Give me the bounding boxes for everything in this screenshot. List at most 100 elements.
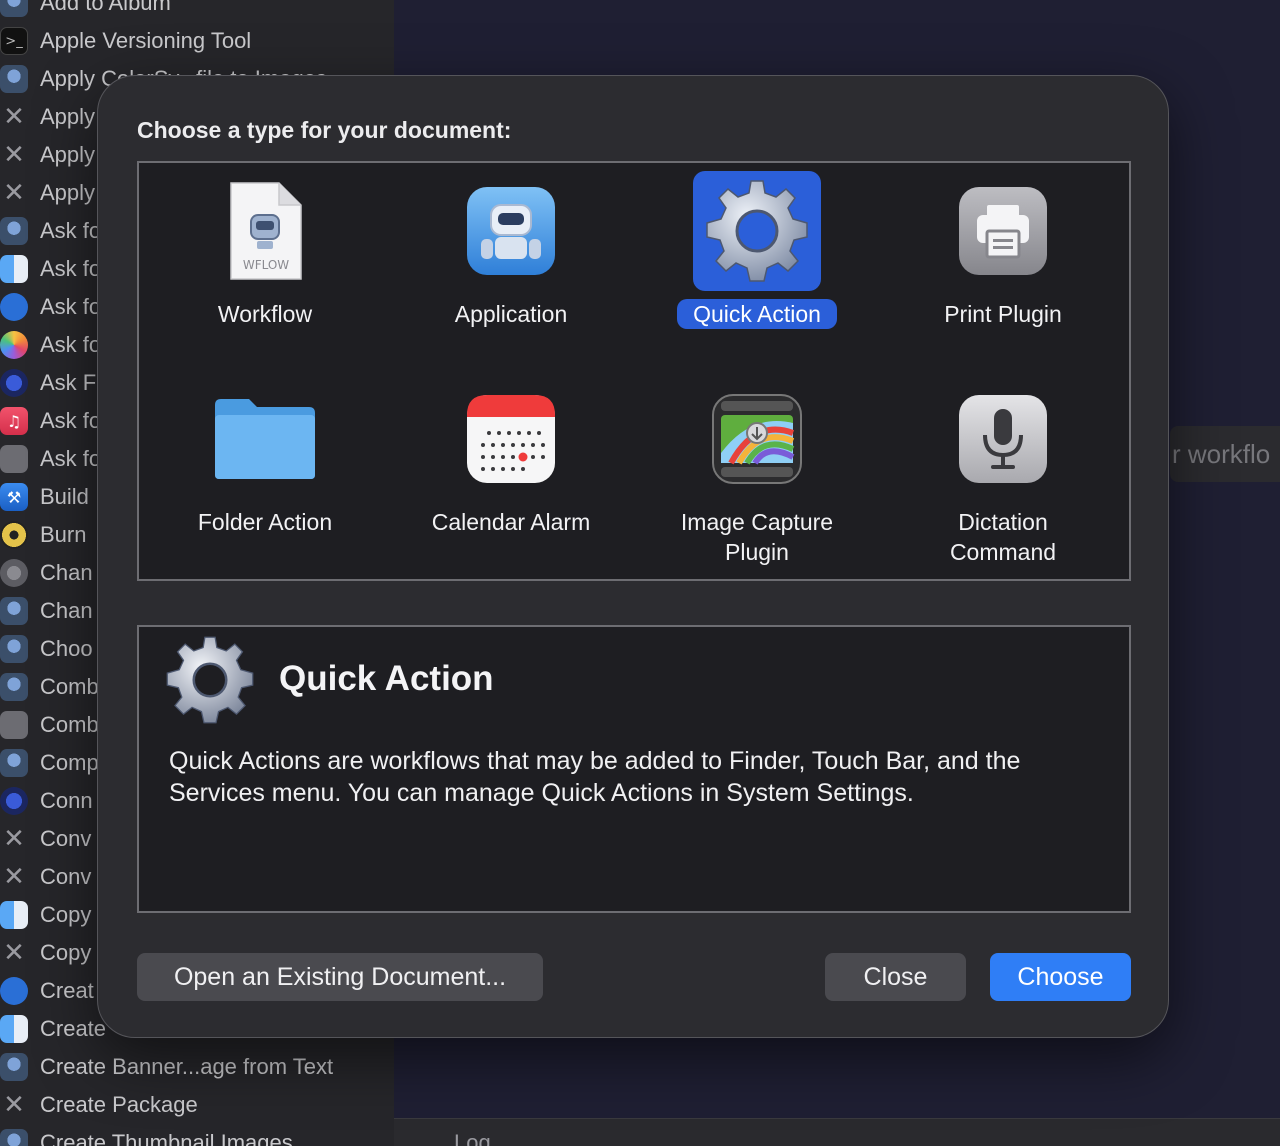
svg-text:WFLOW: WFLOW xyxy=(243,258,289,272)
library-item-label: Conn xyxy=(40,788,93,813)
library-item[interactable]: >_ Apple Versioning Tool xyxy=(0,22,394,60)
library-item-label: Ask fo xyxy=(40,408,102,433)
type-print-plugin[interactable]: Print Plugin xyxy=(880,167,1126,367)
library-item-label: Comp xyxy=(40,750,99,775)
type-application[interactable]: Application xyxy=(388,167,634,367)
library-item-label: Apply xyxy=(40,180,96,205)
network-icon xyxy=(0,787,28,815)
library-item-label: Creat xyxy=(40,978,94,1003)
library-item-label: Ask fo xyxy=(40,332,102,357)
tools-icon: ✕ xyxy=(3,102,25,132)
library-item-label: Create Thumbnail Images xyxy=(40,1130,293,1146)
automator-icon xyxy=(0,749,28,777)
generic-icon xyxy=(0,711,28,739)
library-item-label: Chan xyxy=(40,598,93,623)
type-label: Image Capture Plugin xyxy=(680,509,834,565)
gear-icon xyxy=(693,171,821,291)
application-robot-icon xyxy=(447,171,575,291)
library-item-label: Copy xyxy=(40,940,92,965)
library-item-label: Copy xyxy=(40,902,92,927)
open-existing-document-button[interactable]: Open an Existing Document... xyxy=(137,953,543,1001)
library-item-label: Conv xyxy=(40,826,92,851)
type-label: Application xyxy=(454,301,568,327)
folder-icon xyxy=(201,379,329,499)
library-item-label: Ask fo xyxy=(40,218,102,243)
description-panel: Quick Action Quick Actions are workflows… xyxy=(137,625,1131,913)
tools-icon: ✕ xyxy=(3,140,25,170)
type-label: Dictation Command xyxy=(949,509,1057,565)
library-item[interactable]: Create Thumbnail Images xyxy=(0,1124,394,1146)
library-item-label: Create xyxy=(40,1016,107,1041)
automator-icon xyxy=(0,673,28,701)
library-item-label: Apply xyxy=(40,142,96,167)
editor-hint: r workflo xyxy=(1170,426,1280,482)
gear-icon xyxy=(163,633,257,727)
library-item-label: Build xyxy=(40,484,89,509)
type-label: Workflow xyxy=(217,301,313,327)
finder-icon xyxy=(0,255,28,283)
library-item[interactable]: Create Banner...age from Text xyxy=(0,1048,394,1086)
log-bar[interactable] xyxy=(394,1118,1280,1146)
quicktime-icon xyxy=(0,977,28,1005)
tools-icon: ✕ xyxy=(3,862,25,892)
type-calendar-alarm[interactable]: Calendar Alarm xyxy=(388,375,634,575)
automator-icon xyxy=(0,217,28,245)
automator-icon xyxy=(0,635,28,663)
finder-icon xyxy=(0,901,28,929)
tools-icon: ✕ xyxy=(3,1090,25,1120)
type-dictation-command[interactable]: Dictation Command xyxy=(880,375,1126,575)
type-folder-action[interactable]: Folder Action xyxy=(142,375,388,575)
tools-icon: ✕ xyxy=(3,178,25,208)
library-item-label: Create Banner...age from Text xyxy=(40,1054,334,1079)
type-label: Quick Action xyxy=(677,299,837,329)
quicktime-icon xyxy=(0,293,28,321)
library-item-label: Choo xyxy=(40,636,93,661)
microphone-icon xyxy=(939,379,1067,499)
tools-icon: ✕ xyxy=(3,938,25,968)
library-item-label: Chan xyxy=(40,560,93,585)
photos-icon xyxy=(0,331,28,359)
library-item-label: Ask fo xyxy=(40,256,102,281)
automator-icon xyxy=(0,597,28,625)
automator-icon xyxy=(0,65,28,93)
system-icon xyxy=(0,559,28,587)
library-item-label: Conv xyxy=(40,864,92,889)
close-button[interactable]: Close xyxy=(825,953,966,1001)
tools-icon: ✕ xyxy=(3,824,25,854)
burn-icon xyxy=(0,521,28,549)
xcode-icon: ⚒ xyxy=(0,483,28,511)
automator-icon xyxy=(0,1053,28,1081)
finder-icon xyxy=(0,1015,28,1043)
library-item-label: Create Package xyxy=(40,1092,198,1117)
network-icon xyxy=(0,369,28,397)
library-item-label: Apple Versioning Tool xyxy=(40,28,252,53)
type-quick-action[interactable]: Quick Action xyxy=(634,167,880,367)
library-item[interactable]: ✕ Create Package xyxy=(0,1086,394,1124)
description-title: Quick Action xyxy=(279,659,494,698)
choose-button[interactable]: Choose xyxy=(990,953,1131,1001)
workflow-document-icon: WFLOW xyxy=(201,171,329,291)
library-item-label: Comb xyxy=(40,712,99,737)
calendar-icon xyxy=(447,379,575,499)
library-item-label: Ask F xyxy=(40,370,97,395)
library-item-label: Comb xyxy=(40,674,99,699)
library-item-label: Apply xyxy=(40,104,96,129)
type-label: Print Plugin xyxy=(944,301,1062,327)
library-item-label: Ask fo xyxy=(40,294,102,319)
log-label: Log xyxy=(454,1130,491,1146)
type-label: Calendar Alarm xyxy=(431,509,591,535)
automator-icon xyxy=(0,0,28,17)
terminal-icon: >_ xyxy=(0,27,28,55)
image-capture-icon xyxy=(693,379,821,499)
music-icon: ♫ xyxy=(0,407,28,435)
type-label: Folder Action xyxy=(197,509,333,535)
type-image-capture-plugin[interactable]: Image Capture Plugin xyxy=(634,375,880,575)
type-workflow[interactable]: WFLOW Workflow xyxy=(142,167,388,367)
description-text: Quick Actions are workflows that may be … xyxy=(169,747,1021,807)
library-item-label: Ask fo xyxy=(40,446,102,471)
automator-icon xyxy=(0,1129,28,1146)
printer-icon xyxy=(939,171,1067,291)
library-item-label: Add to Album xyxy=(40,0,171,15)
library-item-label: Burn xyxy=(40,522,87,547)
library-item[interactable]: Add to Album xyxy=(0,0,394,22)
